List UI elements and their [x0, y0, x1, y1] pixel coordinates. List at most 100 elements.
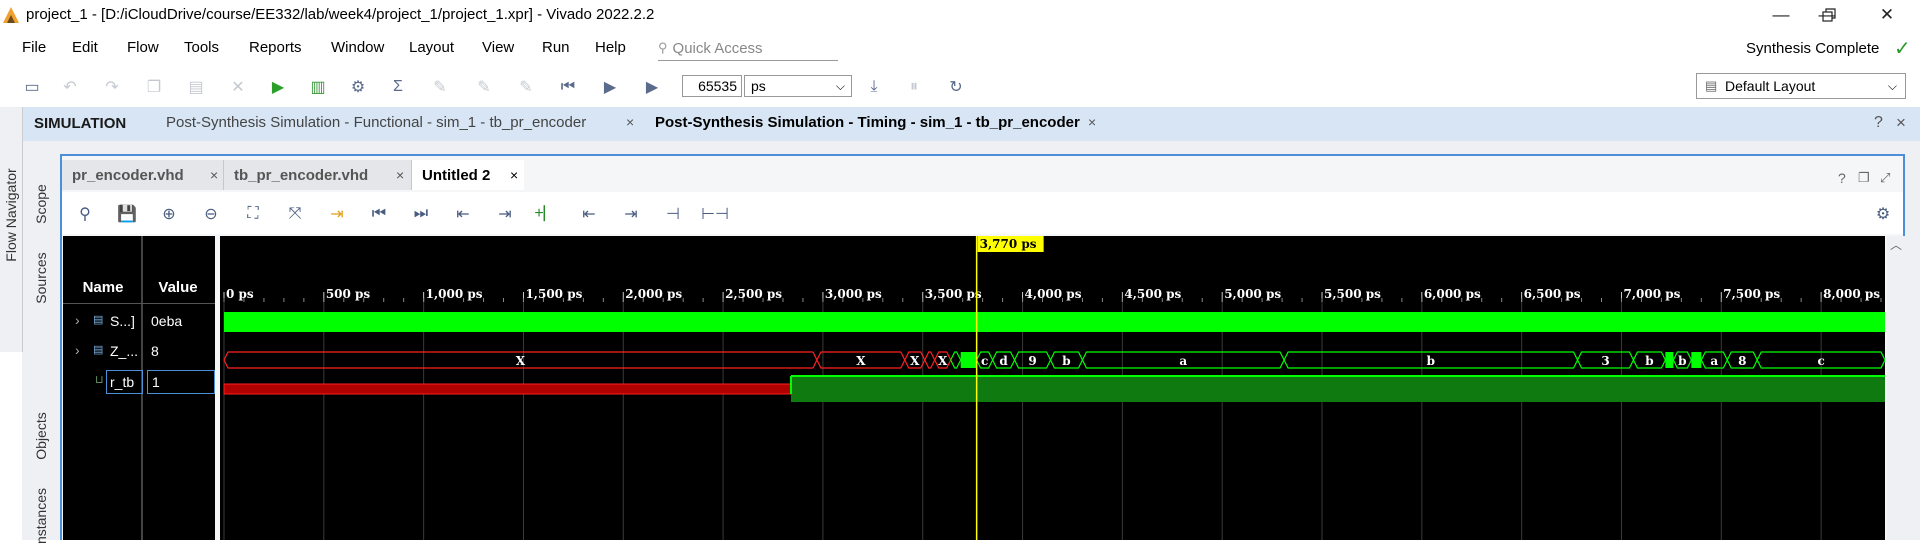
menu-flow[interactable]: Flow [127, 39, 159, 56]
disabled-tool-2-icon[interactable]: ✎ [472, 75, 496, 99]
tick-label: 4,500 ps [1124, 287, 1181, 301]
editor-tab-label: tb_pr_encoder.vhd [234, 166, 369, 184]
run-length-input[interactable]: 65535 [682, 75, 742, 97]
signal-row[interactable]: › ▤ S...] 0eba [63, 310, 215, 334]
add-marker-icon[interactable]: +⎸ [534, 201, 560, 227]
sigma-icon[interactable]: Σ [386, 75, 410, 99]
expand-icon[interactable]: › [75, 342, 80, 358]
zoom-cursor-icon[interactable]: ⤧ [282, 201, 308, 227]
flow-navigator-strip[interactable]: Flow Navigator [0, 107, 23, 352]
tick-label: 7,000 ps [1623, 287, 1680, 301]
close-icon[interactable]: × [396, 167, 404, 183]
menu-reports[interactable]: Reports [249, 39, 302, 56]
menu-edit[interactable]: Edit [72, 39, 98, 56]
menu-layout[interactable]: Layout [409, 39, 454, 56]
minimize-icon[interactable]: — [1758, 0, 1804, 30]
zoom-out-icon[interactable]: ⊖ [198, 201, 224, 227]
prev-transition-icon[interactable]: ⇤ [450, 201, 476, 227]
restart-icon[interactable]: ⏮ [556, 75, 580, 99]
delete-icon[interactable]: ✕ [226, 75, 250, 99]
bus-segment [1691, 352, 1702, 368]
relaunch-icon[interactable]: ↻ [944, 75, 968, 99]
search-icon[interactable]: ⚲ [72, 201, 98, 227]
save-icon[interactable]: 💾 [114, 201, 140, 227]
maximize-icon[interactable]: ⤢ [1880, 170, 1890, 186]
help-icon[interactable]: ? [1838, 170, 1846, 186]
step-icon[interactable]: ⤓ [862, 75, 886, 99]
prev-marker-icon[interactable]: ⇤ [576, 201, 602, 227]
editor-tab-tb-pr-encoder[interactable]: tb_pr_encoder.vhd × [224, 160, 412, 190]
redo-icon[interactable]: ↷ [100, 75, 124, 99]
vertical-scrollbar[interactable]: ︿ [1887, 236, 1905, 540]
menu-tools[interactable]: Tools [184, 39, 219, 56]
layout-select[interactable]: ▤ Default Layout ⌵ [1696, 73, 1906, 99]
signal-value: 1 [147, 370, 215, 394]
menu-view[interactable]: View [482, 39, 514, 56]
sim-tab-functional[interactable]: Post-Synthesis Simulation - Functional -… [160, 107, 640, 141]
close-window-button[interactable]: ✕ [1864, 0, 1910, 30]
zoom-in-icon[interactable]: ⊕ [156, 201, 182, 227]
zoom-fit-icon[interactable]: ⛶ [240, 201, 266, 227]
restore-button[interactable] [1806, 0, 1852, 30]
sim-tab-timing[interactable]: Post-Synthesis Simulation - Timing - sim… [644, 107, 1104, 141]
snap-icon[interactable]: ⊢⊣ [701, 201, 729, 227]
bus-value-label: a [1710, 354, 1718, 368]
close-icon[interactable]: × [210, 167, 218, 183]
bus-value-label: 3 [1601, 354, 1609, 368]
waveform-canvas[interactable]: 0 ps 500 ps 1,000 ps 1,500 ps 2,000 ps 2,500 … [220, 236, 1885, 540]
run-for-icon[interactable]: ▶ [640, 75, 664, 99]
editor-tab-pr-encoder[interactable]: pr_encoder.vhd × [62, 160, 224, 190]
close-icon[interactable]: × [510, 167, 518, 183]
disabled-tool-3-icon[interactable]: ✎ [514, 75, 538, 99]
layout-value: Default Layout [1725, 78, 1816, 94]
close-icon[interactable]: × [626, 114, 634, 130]
goto-cursor-icon[interactable]: ⇥ [324, 201, 350, 227]
flow-navigator-tab[interactable]: Flow Navigator [3, 160, 19, 270]
menu-help[interactable]: Help [595, 39, 626, 56]
bus-segment [960, 352, 977, 368]
scroll-up-icon[interactable]: ︿ [1890, 236, 1902, 253]
name-column-header[interactable]: Name [66, 272, 140, 302]
disabled-tool-icon[interactable]: ✎ [428, 75, 452, 99]
close-icon[interactable]: × [1896, 113, 1906, 133]
value-column-header[interactable]: Value [144, 272, 212, 302]
help-icon[interactable]: ? [1874, 114, 1883, 132]
instances-tab[interactable]: nstances [33, 476, 49, 556]
go-to-end-icon[interactable]: ⏭ [408, 201, 434, 227]
menu-window[interactable]: Window [331, 39, 384, 56]
bus-value-label: X [856, 354, 866, 368]
swap-cursors-icon[interactable]: ⊣ [660, 201, 686, 227]
bus-value-label: 9 [1028, 354, 1036, 368]
quick-access-search[interactable]: ⚲ Quick Access [658, 36, 838, 61]
copy-icon[interactable]: ❐ [142, 75, 166, 99]
expand-icon[interactable]: › [75, 312, 80, 328]
program-device-icon[interactable]: ▥ [306, 75, 330, 99]
float-icon[interactable]: ❐ [1858, 170, 1870, 186]
pause-icon[interactable]: ⏸ [902, 75, 926, 99]
objects-tab[interactable]: Objects [33, 402, 49, 470]
bus-segment [924, 351, 936, 369]
go-to-start-icon[interactable]: ⏮ [366, 201, 392, 227]
signal-row-selected[interactable]: ⊔ r_tb 1 [63, 369, 215, 395]
editor-tab-label: pr_encoder.vhd [72, 166, 184, 184]
run-icon[interactable]: ▶ [266, 75, 290, 99]
menu-run[interactable]: Run [542, 39, 570, 56]
menu-file[interactable]: File [22, 39, 46, 56]
close-icon[interactable]: × [1088, 114, 1096, 130]
time-unit-select[interactable]: ps ⌵ [744, 75, 852, 97]
signal-row[interactable]: › ▤ Z_... 8 [63, 340, 215, 364]
paste-icon[interactable]: ▤ [184, 75, 208, 99]
undo-icon[interactable]: ↶ [58, 75, 82, 99]
run-all-icon[interactable]: ▶ [598, 75, 622, 99]
tick-label: 6,500 ps [1524, 287, 1581, 301]
open-folder-icon[interactable]: ▭ [20, 75, 44, 99]
editor-tab-label: Untitled 2 [422, 166, 491, 184]
settings-gear-icon[interactable]: ⚙ [1870, 201, 1896, 227]
next-marker-icon[interactable]: ⇥ [618, 201, 644, 227]
editor-tab-untitled-2[interactable]: Untitled 2 × [412, 160, 524, 190]
sources-tab[interactable]: Sources [33, 242, 49, 314]
settings-gear-icon[interactable]: ⚙ [346, 75, 370, 99]
scope-tab[interactable]: Scope [33, 174, 49, 234]
next-transition-icon[interactable]: ⇥ [492, 201, 518, 227]
tick-label: 1,500 ps [525, 287, 582, 301]
